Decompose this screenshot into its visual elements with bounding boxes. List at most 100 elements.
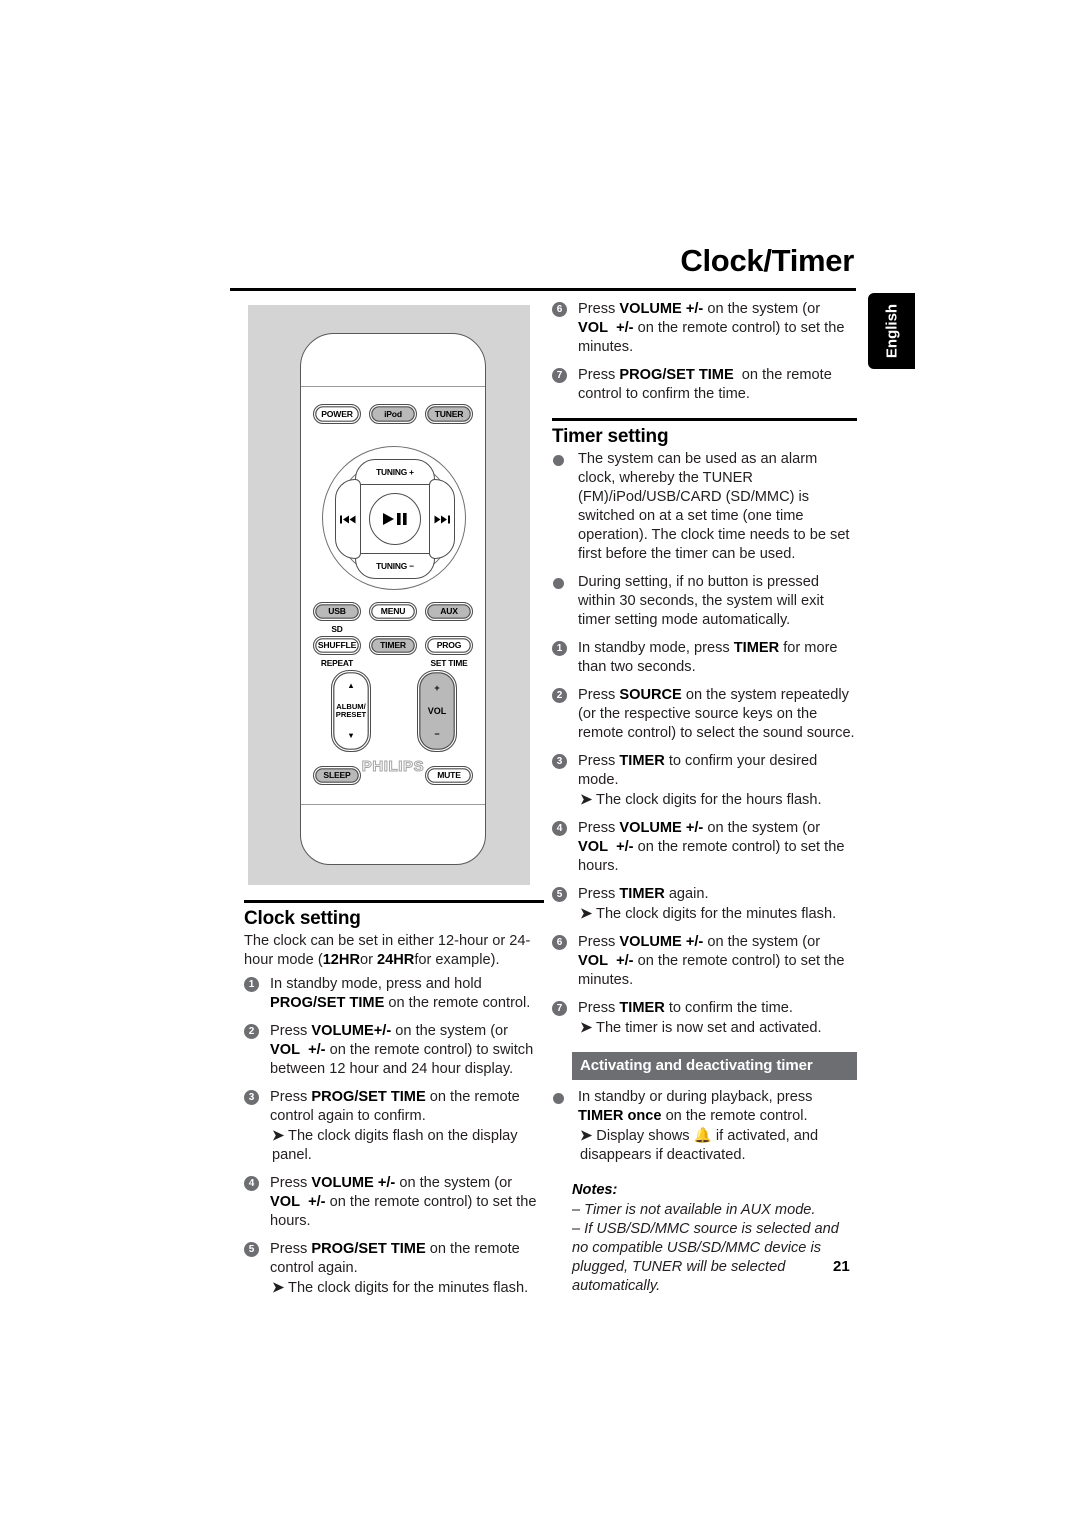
album-preset-down-icon: ▼ [347,731,355,741]
bullet-dot-icon [553,454,564,466]
remote-control-illustration: POWER iPod TUNER TUNING + TUNING − USB M… [248,305,530,885]
step-text: Press TIMER to confirm the time. [578,999,793,1016]
volume-up-label: + [434,682,440,693]
step-item: 7 Press PROG/SET TIME on the remote cont… [552,366,857,404]
step-number: 5 [244,1241,259,1257]
remote-key-power[interactable]: POWER [313,404,361,424]
step-item: 2 Press VOLUME+/- on the system (or VOL +… [244,1022,544,1079]
step-number: 3 [244,1089,259,1105]
step-result-text: The clock digits for the hours flash. [596,791,822,808]
notes-title: Notes: [572,1181,618,1198]
step-text: Press VOLUME +/- on the system (or VOL +… [578,301,845,355]
arrow-icon: ➤ [272,1127,285,1144]
header-rule [230,288,856,291]
step-number: 4 [552,820,567,836]
step-text: In standby mode, press TIMER for more th… [578,639,838,675]
step-item: 7 Press TIMER to confirm the time. ➤ The t… [552,999,857,1038]
album-preset-label: ALBUM/ PRESET [335,701,367,719]
remote-key-menu[interactable]: MENU [369,602,417,621]
remote-key-volume[interactable]: + VOL − [417,670,457,752]
step-text: Press VOLUME +/- on the system (or VOL +… [578,933,845,988]
remote-key-next[interactable] [429,479,455,559]
step-number: 7 [552,1000,567,1016]
step-text: Press PROG/SET TIME on the remote contro… [270,1240,520,1276]
remote-label-set-time: SET TIME [430,658,468,668]
bullet-item: During setting, if no button is pressed … [552,573,857,630]
manual-page: Clock/Timer English POWER iPod TUNER TUN… [0,0,1080,1528]
step-number: 6 [552,302,567,317]
remote-navigation-wheel[interactable]: TUNING + TUNING − [322,446,466,590]
remote-seam-bottom [301,804,485,805]
bullet-item: The system can be used as an alarm clock… [552,450,857,564]
step-item: 4 Press VOLUME +/- on the system (or VOL … [552,819,857,876]
remote-key-tuner[interactable]: TUNER [425,404,473,424]
step-number: 1 [244,976,259,992]
clock-setting-intro: The clock can be set in either 12-hour o… [244,932,531,968]
step-item: 2 Press SOURCE on the system repeatedly (… [552,686,857,743]
step-text: Press SOURCE on the system repeatedly (o… [578,686,855,741]
step-item: 3 Press PROG/SET TIME on the remote contr… [244,1088,544,1165]
remote-key-play-pause[interactable] [369,493,421,545]
step-result-text: The clock digits for the minutes flash. [288,1279,529,1296]
play-pause-icon [383,513,407,525]
arrow-icon: ➤ [580,905,593,922]
language-tab: English [868,293,915,369]
next-track-icon [434,515,450,523]
left-column: Clock setting The clock can be set in ei… [244,900,544,1307]
arrow-icon: ➤ [580,1019,593,1036]
step-item: 1 In standby mode, press and hold PROG/SE… [244,975,544,1013]
volume-down-label: − [434,729,440,740]
philips-logo: PHILIPS [361,758,425,776]
step-result: ➤ The clock digits flash on the display … [270,1127,544,1165]
remote-key-shuffle[interactable]: SHUFFLE [313,636,361,655]
arrow-icon: ➤ [580,1127,593,1144]
step-item: 6 Press VOLUME +/- on the system (or VOL… [552,300,857,357]
step-result: ➤ Display shows 🔔 if activated, and disa… [578,1127,857,1165]
bullet-text: The system can be used as an alarm clock… [578,450,850,562]
remote-key-album-preset[interactable]: ▲ ALBUM/ PRESET ▼ [331,670,371,752]
step-number: 4 [244,1175,259,1191]
step-text: Press PROG/SET TIME on the remote contro… [578,367,832,402]
step-number: 1 [552,640,567,656]
step-number: 3 [552,753,567,769]
step-item: 6 Press VOLUME +/- on the system (or VOL … [552,933,857,990]
step-number: 7 [552,368,567,383]
page-title: Clock/Timer [680,243,854,278]
note-item: – Timer is not available in AUX mode. [572,1201,816,1218]
remote-label-sd: SD [331,624,343,634]
step-number: 2 [552,687,567,703]
remote-key-prog[interactable]: PROG [425,636,473,655]
arrow-icon: ➤ [580,791,593,808]
step-result-text: The timer is now set and activated. [596,1019,822,1036]
remote-key-ipod[interactable]: iPod [369,404,417,424]
remote-key-tuning-minus[interactable]: TUNING − [355,553,435,579]
step-result: ➤ The clock digits for the hours flash. [578,791,857,810]
note-item: – If USB/SD/MMC source is selected and n… [572,1220,839,1294]
remote-body: POWER iPod TUNER TUNING + TUNING − USB M… [300,333,486,865]
bullet-item: In standby or during playback, press TIM… [552,1088,857,1165]
remote-key-previous[interactable] [335,479,361,559]
remote-key-usb[interactable]: USB [313,602,361,621]
remote-key-tuning-plus[interactable]: TUNING + [355,459,435,485]
section-divider [552,418,857,421]
step-text: Press TIMER to confirm your desired mode… [578,752,818,788]
album-preset-up-icon: ▲ [347,680,355,690]
step-item: 3 Press TIMER to confirm your desired mod… [552,752,857,810]
step-item: 5 Press PROG/SET TIME on the remote contr… [244,1240,544,1298]
step-text: Press VOLUME+/- on the system (or VOL +/… [270,1022,534,1077]
timer-steps-list: 1 In standby mode, press TIMER for more t… [552,639,857,1038]
bullet-dot-icon [553,577,564,589]
right-column: 6 Press VOLUME +/- on the system (or VOL… [552,300,857,1296]
step-result-text: The clock digits for the minutes flash. [596,905,837,922]
remote-key-timer[interactable]: TIMER [369,636,417,655]
volume-label: VOL [427,705,447,716]
bullet-dot-icon [553,1092,564,1104]
step-text: Press TIMER again. [578,885,709,902]
step-number: 5 [552,886,567,902]
step-text: In standby mode, press and hold PROG/SET… [270,975,531,1011]
step-result: ➤ The clock digits for the minutes flash… [270,1279,544,1298]
remote-seam-top [301,386,485,387]
step-result: ➤ The clock digits for the minutes flash… [578,905,857,924]
step-result-text: Display shows 🔔 if activated, and disapp… [580,1127,819,1163]
remote-key-aux[interactable]: AUX [425,602,473,621]
